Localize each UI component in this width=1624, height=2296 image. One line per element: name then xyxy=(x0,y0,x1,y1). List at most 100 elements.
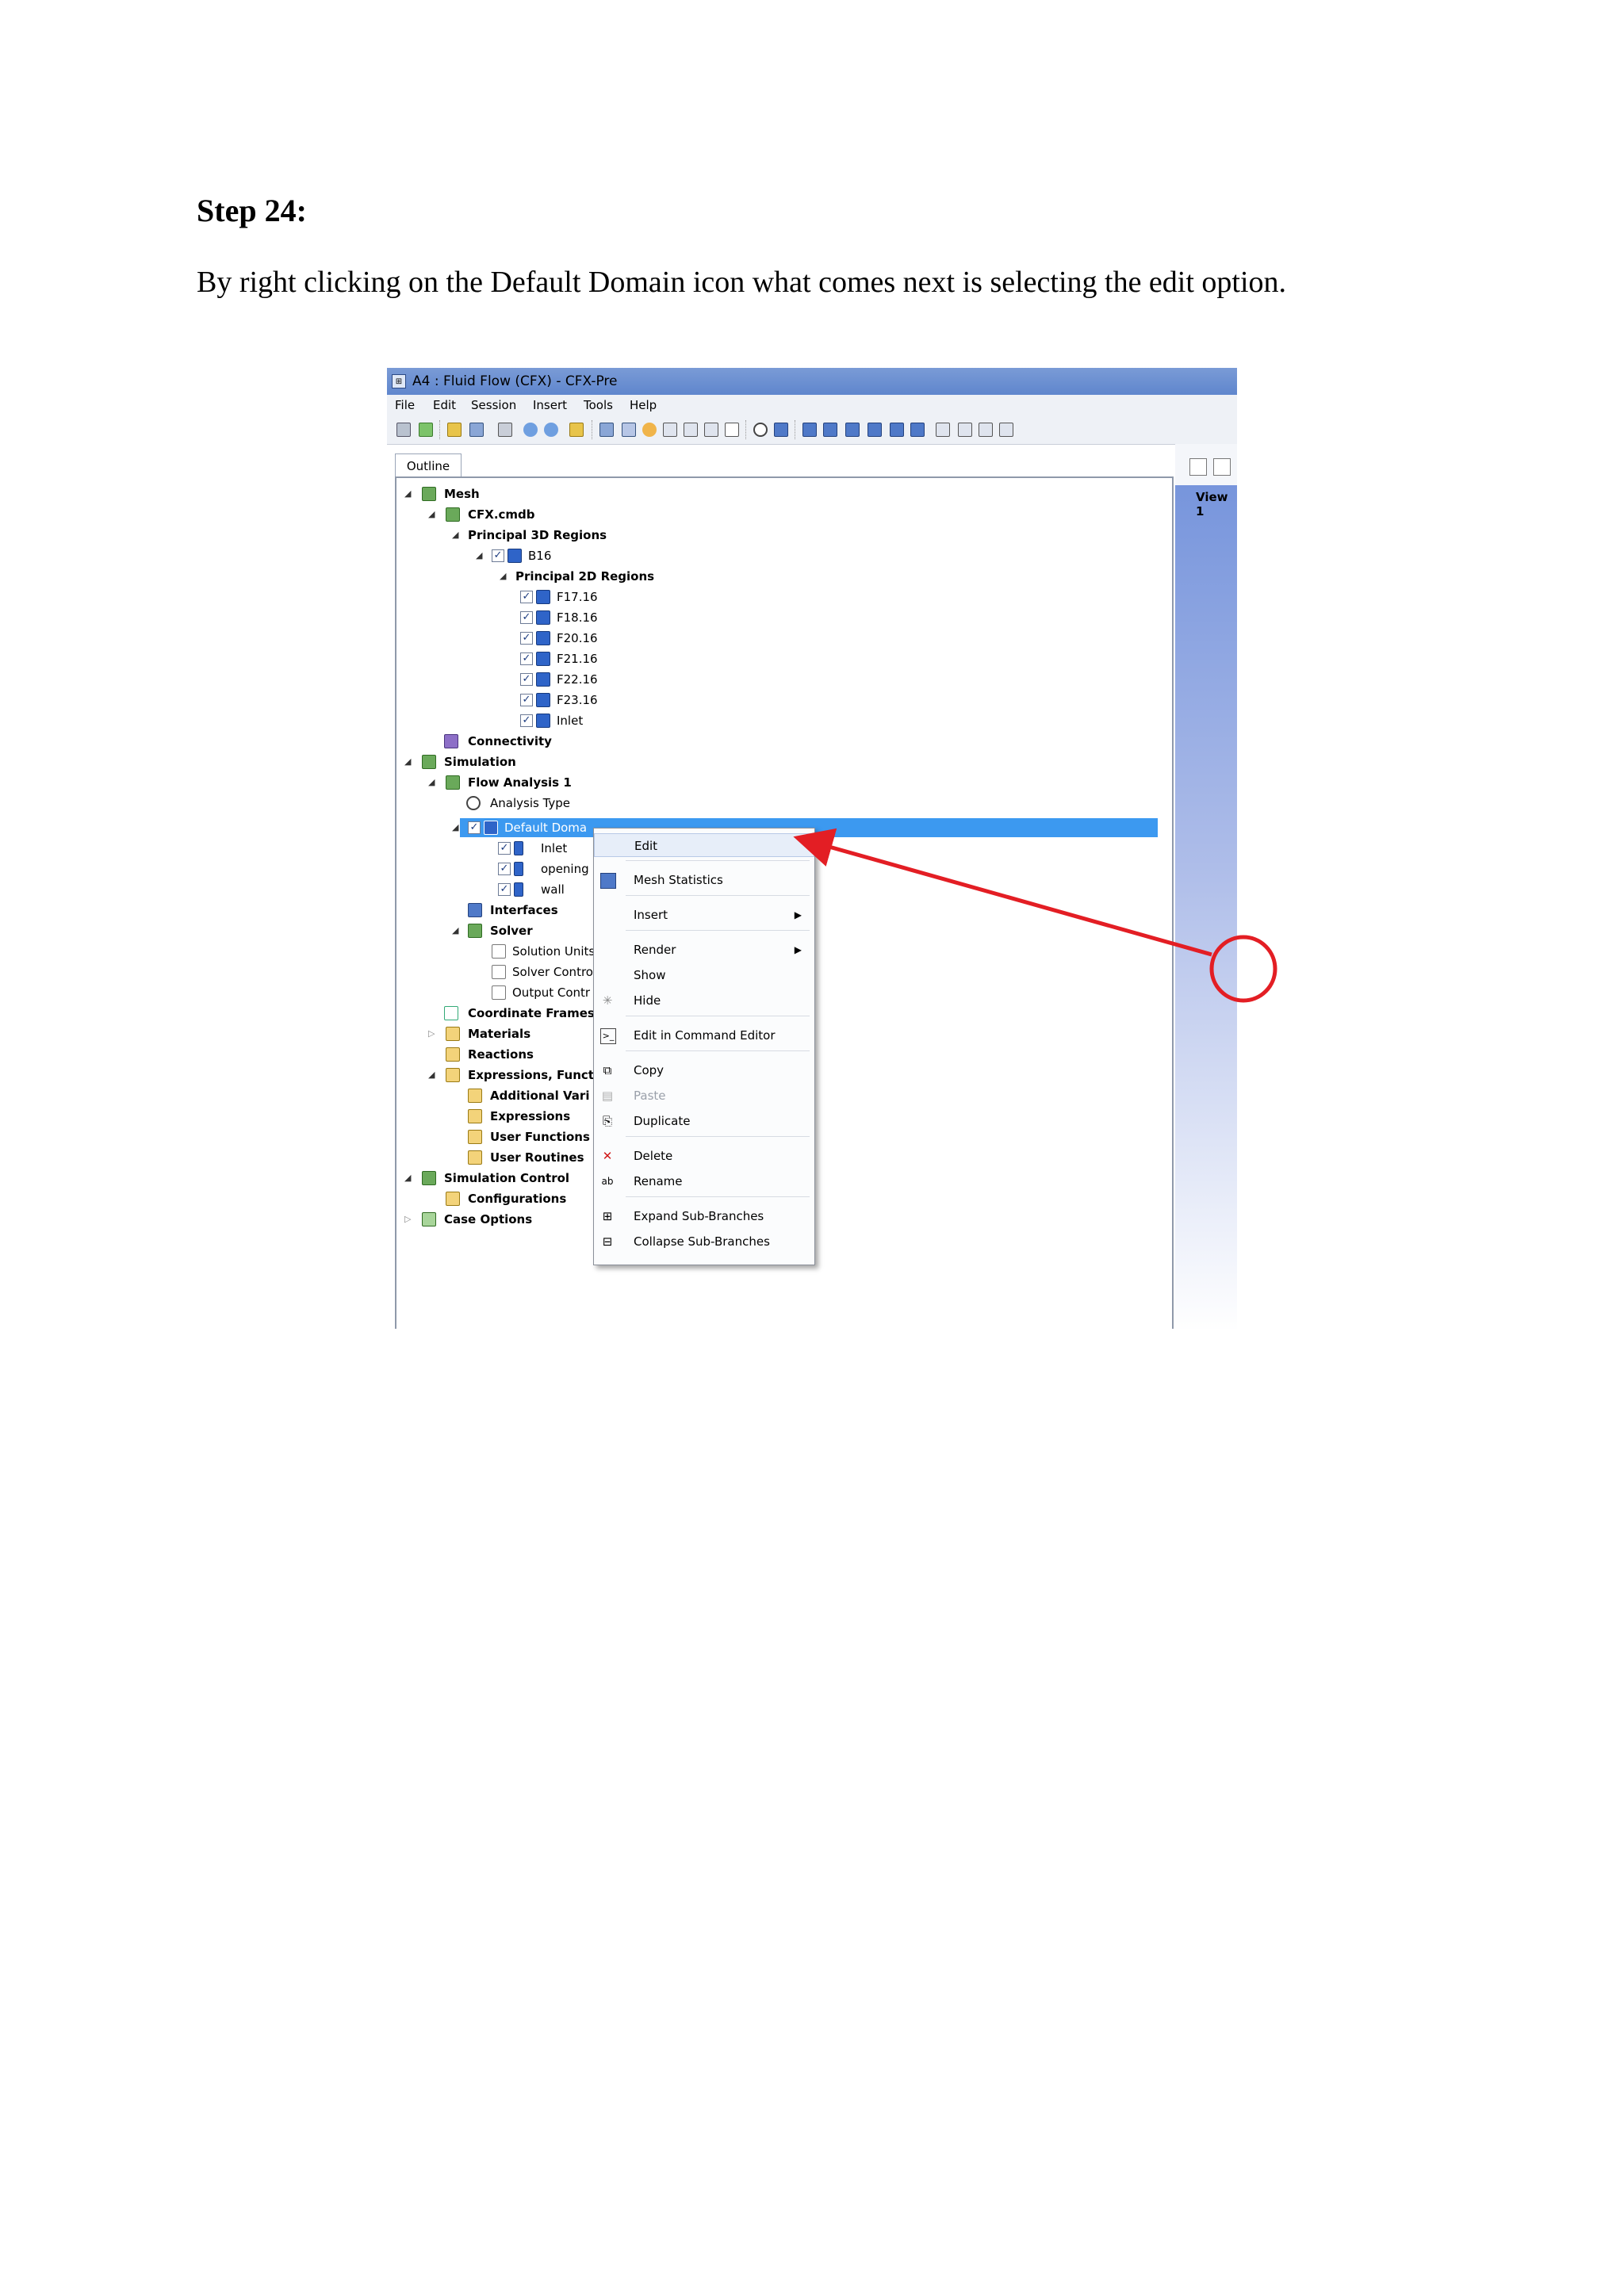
menu-insert[interactable]: Insert xyxy=(533,395,567,415)
tree-node-connectivity[interactable]: Connectivity xyxy=(444,732,682,751)
redo-icon[interactable] xyxy=(544,423,558,437)
expression-icon[interactable] xyxy=(663,423,677,437)
refresh-icon[interactable] xyxy=(419,423,433,437)
boundary-icon[interactable] xyxy=(802,423,817,437)
tree-node-analysis-type[interactable]: Analysis Type xyxy=(466,794,704,813)
menu-item-expand-sub-branches[interactable]: ⊞ Expand Sub-Branches xyxy=(594,1204,814,1228)
viewer-3d[interactable]: View 1 xyxy=(1175,485,1237,1329)
tree-node-mesh[interactable]: ◢ Mesh xyxy=(404,484,642,503)
visibility-checkbox[interactable]: ✓ xyxy=(498,842,511,855)
subdomain-icon[interactable] xyxy=(845,423,860,437)
menu-session[interactable]: Session xyxy=(471,395,516,415)
visibility-checkbox[interactable]: ✓ xyxy=(520,611,533,624)
visibility-checkbox[interactable]: ✓ xyxy=(520,673,533,686)
tree-node-cfx-cmdb[interactable]: ◢ CFX.cmdb xyxy=(428,505,666,524)
monitor-icon[interactable] xyxy=(979,423,993,437)
tree-node-reactions[interactable]: Reactions xyxy=(446,1045,604,1064)
cel-icon[interactable] xyxy=(684,423,698,437)
menu-item-copy[interactable]: ⧉ Copy xyxy=(594,1058,814,1082)
tab-outline[interactable]: Outline xyxy=(395,453,462,477)
menu-edit[interactable]: Edit xyxy=(433,395,456,415)
domain-icon[interactable] xyxy=(599,423,614,437)
output-icon[interactable] xyxy=(958,423,972,437)
menu-item-insert[interactable]: Insert ▶ xyxy=(594,903,814,927)
plot-icon[interactable] xyxy=(936,423,950,437)
tree-node-principal-2d-regions[interactable]: ◢ Principal 2D Regions xyxy=(500,567,737,586)
tree-node-f18[interactable]: ✓ F18.16 xyxy=(520,608,758,627)
tree-node-expressions-functions[interactable]: ◢ Expressions, Funct xyxy=(428,1066,593,1085)
inlet-icon[interactable] xyxy=(823,423,837,437)
collapse-arrow-icon[interactable]: ◢ xyxy=(500,567,511,586)
menu-tools[interactable]: Tools xyxy=(584,395,613,415)
tree-node-inlet-region[interactable]: ✓ Inlet xyxy=(520,711,758,730)
visibility-checkbox[interactable]: ✓ xyxy=(520,694,533,706)
source-icon[interactable] xyxy=(890,423,904,437)
camera-icon[interactable] xyxy=(498,423,512,437)
tree-node-solver[interactable]: ◢ Solver xyxy=(452,921,611,940)
visibility-checkbox[interactable]: ✓ xyxy=(520,591,533,603)
tree-node-solution-units[interactable]: Solution Units xyxy=(492,942,603,961)
visibility-checkbox[interactable]: ✓ xyxy=(468,821,481,834)
mesh-icon[interactable] xyxy=(469,423,484,437)
undo-icon[interactable] xyxy=(523,423,538,437)
visibility-checkbox[interactable]: ✓ xyxy=(520,652,533,665)
sub-icon[interactable] xyxy=(704,423,718,437)
tree-node-user-functions[interactable]: User Functions xyxy=(468,1127,593,1146)
tree-node-simulation[interactable]: ◢ Simulation xyxy=(404,752,642,771)
menu-item-hide[interactable]: ✳ Hide xyxy=(594,989,814,1012)
tree-node-additional-variables[interactable]: Additional Vari xyxy=(468,1086,593,1105)
reaction-icon[interactable] xyxy=(642,423,657,437)
tree-node-f17[interactable]: ✓ F17.16 xyxy=(520,587,758,607)
save-icon[interactable] xyxy=(396,423,411,437)
tree-node-solver-control[interactable]: Solver Contro xyxy=(492,962,593,982)
collapse-arrow-icon[interactable]: ◢ xyxy=(428,773,439,792)
menu-item-collapse-sub-branches[interactable]: ⊟ Collapse Sub-Branches xyxy=(594,1230,814,1253)
tree-node-user-routines[interactable]: User Routines xyxy=(468,1148,593,1167)
tree-node-configurations[interactable]: Configurations xyxy=(446,1189,604,1208)
visibility-checkbox[interactable]: ✓ xyxy=(520,632,533,645)
collapse-arrow-icon[interactable]: ◢ xyxy=(428,505,439,524)
visibility-checkbox[interactable]: ✓ xyxy=(520,714,533,727)
collapse-arrow-icon[interactable]: ◢ xyxy=(404,752,416,771)
collapse-arrow-icon[interactable]: ◢ xyxy=(428,1066,439,1085)
menu-item-rename[interactable]: ab Rename xyxy=(594,1169,814,1193)
tree-node-f22[interactable]: ✓ F22.16 xyxy=(520,670,758,689)
menu-item-edit[interactable]: Edit xyxy=(594,833,814,857)
tree-node-f20[interactable]: ✓ F20.16 xyxy=(520,629,758,648)
collapse-arrow-icon[interactable]: ◢ xyxy=(452,526,463,545)
folder-icon[interactable] xyxy=(569,423,584,437)
tree-node-coordinate-frames[interactable]: Coordinate Frames xyxy=(444,1004,593,1023)
initial-values-icon[interactable] xyxy=(910,423,925,437)
menu-item-mesh-statistics[interactable]: Mesh Statistics xyxy=(594,868,814,892)
tree-node-materials[interactable]: ▷ Materials xyxy=(428,1024,587,1043)
interface-icon[interactable] xyxy=(868,423,882,437)
layers-icon[interactable] xyxy=(999,423,1013,437)
tree-node-principal-3d-regions[interactable]: ◢ Principal 3D Regions xyxy=(452,526,690,545)
collapse-arrow-icon[interactable]: ◢ xyxy=(452,921,463,940)
menu-item-duplicate[interactable]: ⎘ Duplicate xyxy=(594,1109,814,1133)
menu-item-edit-command-editor[interactable]: >_ Edit in Command Editor xyxy=(594,1024,814,1047)
menu-item-render[interactable]: Render ▶ xyxy=(594,938,814,962)
clock-icon[interactable] xyxy=(753,423,768,437)
import-mesh-icon[interactable] xyxy=(447,423,462,437)
select-pointer-icon[interactable] xyxy=(1189,458,1207,476)
menu-item-show[interactable]: Show xyxy=(594,963,814,987)
tree-node-b16[interactable]: ◢ ✓ B16 xyxy=(476,546,714,565)
collapse-arrow-icon[interactable]: ◢ xyxy=(476,546,487,565)
tree-node-case-options[interactable]: ▷ Case Options xyxy=(404,1210,593,1229)
solver-icon[interactable] xyxy=(774,423,788,437)
tree-node-output-control[interactable]: Output Contr xyxy=(492,983,593,1002)
expand-arrow-icon[interactable]: ▷ xyxy=(428,1024,439,1043)
tree-node-expressions[interactable]: Expressions xyxy=(468,1107,593,1126)
tree-node-flow-analysis[interactable]: ◢ Flow Analysis 1 xyxy=(428,773,666,792)
tree-node-simulation-control[interactable]: ◢ Simulation Control xyxy=(404,1169,593,1188)
menu-item-delete[interactable]: ✕ Delete xyxy=(594,1144,814,1168)
function-icon[interactable] xyxy=(725,423,739,437)
collapse-arrow-icon[interactable]: ◢ xyxy=(404,1169,416,1188)
menu-file[interactable]: File xyxy=(395,395,415,415)
menu-help[interactable]: Help xyxy=(630,395,657,415)
visibility-checkbox[interactable]: ✓ xyxy=(498,863,511,875)
visibility-checkbox[interactable]: ✓ xyxy=(492,549,504,562)
expand-arrow-icon[interactable]: ▷ xyxy=(404,1210,416,1229)
tree-node-f23[interactable]: ✓ F23.16 xyxy=(520,691,758,710)
